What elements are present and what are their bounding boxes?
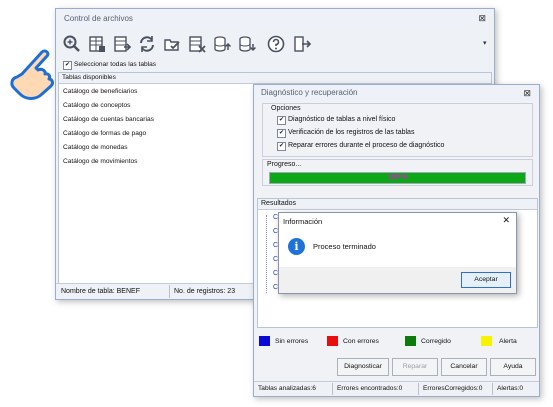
option-records-label: Verificación de los registros de las tab… [288, 129, 415, 136]
main-close-button[interactable]: ⊠ [478, 13, 486, 24]
information-icon: i [288, 238, 305, 255]
legend-swatch-yellow [481, 336, 492, 346]
legend-label: Sin errores [275, 338, 309, 345]
options-group: Opciones ✔ Diagnóstico de tablas a nivel… [262, 103, 533, 157]
main-window-title: Control de archivos [64, 14, 133, 23]
diagnostic-close-button[interactable]: ⊠ [523, 88, 531, 99]
main-titlebar: Control de archivos ⊠ [56, 9, 494, 28]
options-label: Opciones [271, 105, 301, 112]
progress-bar: 100 % [269, 172, 526, 184]
help-button[interactable]: Ayuda [490, 358, 536, 376]
info-dialog-footer: Aceptar [279, 267, 516, 293]
legend-label: Corregido [421, 338, 451, 345]
help-icon[interactable] [266, 34, 286, 54]
database-up-icon[interactable] [212, 34, 232, 54]
status-divider [169, 285, 170, 298]
toolbar-overflow-icon[interactable]: ▾ [483, 39, 487, 47]
table-delete-icon[interactable] [187, 34, 207, 54]
info-dialog-close-button[interactable]: ✕ [502, 215, 510, 226]
info-dialog-message: Proceso terminado [313, 242, 376, 251]
results-label: Resultados [261, 200, 297, 207]
accept-button[interactable]: Aceptar [461, 272, 511, 288]
list-item[interactable]: Catálogo de monedas [63, 144, 128, 151]
progress-label: Progreso... [267, 161, 302, 168]
results-header: Resultados [258, 199, 537, 210]
status-analyzed: Tablas analizadas:6 [258, 385, 316, 392]
status-errors-fixed: ErroresCorregidos:0 [423, 385, 483, 392]
option-physical-label: Diagnóstico de tablas a nivel físico [288, 116, 396, 123]
status-alerts: Alertas:0 [497, 385, 524, 392]
select-all-checkbox[interactable]: ✔ [63, 61, 72, 70]
tables-list-header: Tablas disponibles [59, 73, 491, 84]
select-all-label: Seleccionar todas las tablas [74, 61, 157, 68]
diagnostic-window-title: Diagnóstico y recuperación [261, 88, 358, 97]
list-item[interactable]: Catálogo de formas de pago [63, 130, 146, 137]
repair-button[interactable]: Reparar [392, 358, 438, 376]
pointing-hand-icon [8, 40, 60, 102]
progress-text: 100 % [387, 174, 408, 181]
status-errors-found: Errores encontrados:0 [337, 385, 403, 392]
zoom-icon[interactable] [62, 34, 82, 54]
legend-swatch-blue [259, 336, 270, 346]
option-repair-checkbox[interactable]: ✔ [277, 142, 286, 151]
status-table-name: Nombre de tabla: BENEF [61, 288, 140, 295]
tables-header-label: Tablas disponibles [62, 74, 116, 81]
database-down-icon[interactable] [237, 34, 257, 54]
info-dialog: Información ✕ i Proceso terminado Acepta… [278, 212, 517, 294]
diagnose-button[interactable]: Diagnosticar [337, 358, 389, 376]
toolbar: ▾ [56, 28, 494, 64]
info-dialog-title: Información [283, 217, 323, 226]
status-divider [492, 383, 493, 395]
refresh-icon[interactable] [137, 34, 157, 54]
legend-swatch-green [405, 336, 416, 346]
progress-group: Progreso... 100 % [262, 159, 533, 186]
legend: Sin errores Con errores Corregido Alerta [257, 335, 536, 349]
legend-label: Con errores [343, 338, 379, 345]
status-divider [332, 383, 333, 395]
legend-label: Alerta [499, 338, 517, 345]
list-item[interactable]: Catálogo de movimientos [63, 158, 137, 165]
option-repair-label: Reparar errores durante el proceso de di… [288, 142, 445, 149]
option-records-checkbox[interactable]: ✔ [277, 129, 286, 138]
status-record-count: No. de registros: 23 [174, 288, 236, 295]
diagnostic-titlebar: Diagnóstico y recuperación ⊠ [254, 85, 539, 101]
exit-icon[interactable] [292, 34, 312, 54]
folder-check-icon[interactable] [162, 34, 182, 54]
list-item[interactable]: Catálogo de beneficiarios [63, 88, 137, 95]
table-grid-icon[interactable] [87, 34, 107, 54]
diagnostic-status-bar: Tablas analizadas:6 Errores encontrados:… [254, 381, 539, 396]
option-physical-checkbox[interactable]: ✔ [277, 116, 286, 125]
list-item[interactable]: Catálogo de cuentas bancarias [63, 116, 154, 123]
list-item[interactable]: Catálogo de conceptos [63, 102, 130, 109]
table-export-icon[interactable] [112, 34, 132, 54]
legend-swatch-red [327, 336, 338, 346]
status-divider [418, 383, 419, 395]
cancel-button[interactable]: Cancelar [441, 358, 487, 376]
